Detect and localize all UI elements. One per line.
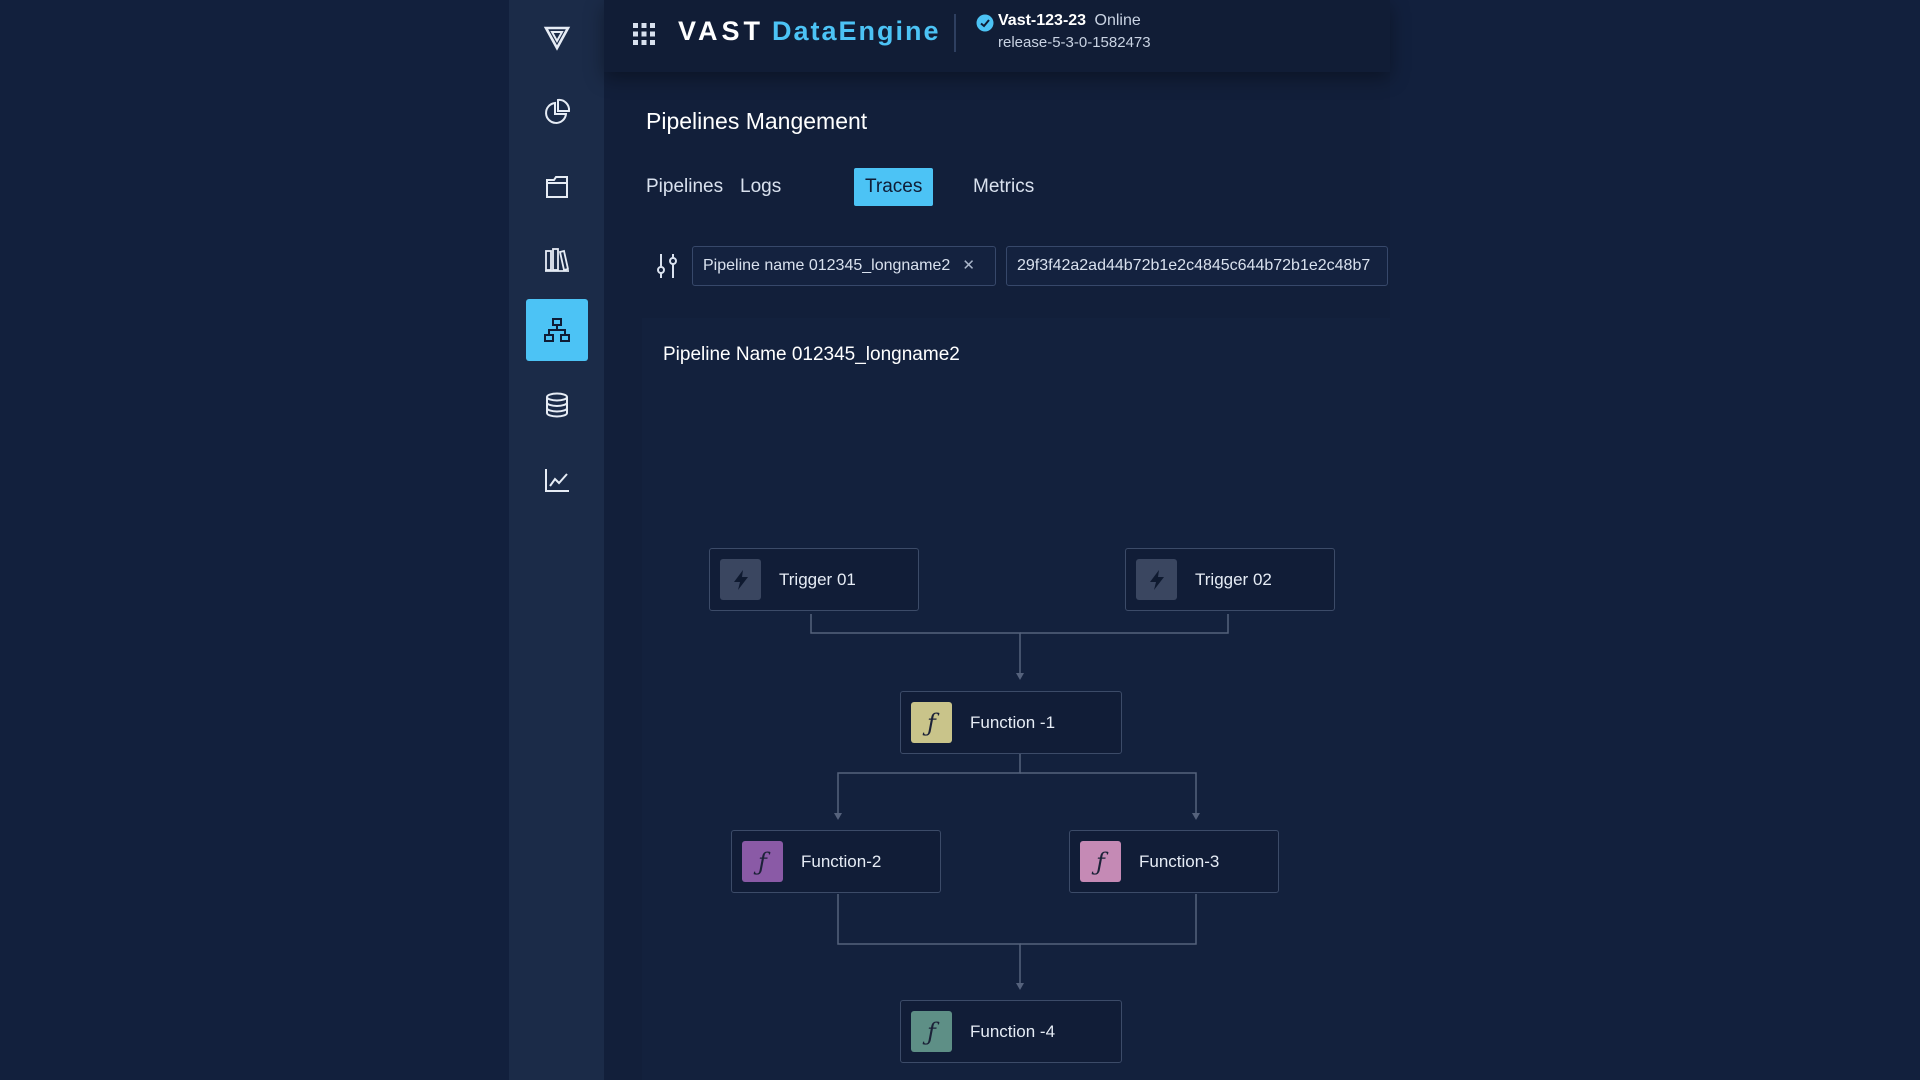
node-label: Function -1 [970,712,1056,732]
node-label: Function-3 [1139,851,1220,871]
function-icon: ƒ [1080,841,1121,882]
node-label: Function -4 [970,1021,1056,1041]
function-icon: ƒ [742,841,783,882]
node-function-3[interactable]: ƒ Function-3 [1069,830,1279,893]
line-chart-icon[interactable] [526,449,588,511]
cluster-info: Vast-123-23 Online [998,12,1141,30]
function-icon: ƒ [911,702,952,743]
folder-icon[interactable] [526,156,588,218]
tab-traces[interactable]: Traces [854,168,934,206]
brand-logo: VAST DataEngine [678,16,941,47]
node-function-2[interactable]: ƒ Function-2 [731,830,941,893]
sidebar [509,0,604,1080]
edge-fn2-fn4 [837,894,1021,984]
pipeline-filter-chip[interactable]: Pipeline name 012345_longname2 ✕ [692,246,996,286]
close-icon[interactable]: ✕ [962,257,975,274]
pie-chart-icon[interactable] [526,81,588,143]
vast-logo-icon[interactable] [526,6,588,68]
filter-sliders-icon[interactable] [654,252,680,280]
cluster-status: Online [1094,12,1141,29]
trace-id-label: 29f3f42a2ad44b72b1e2c4845c644b72b1e2c48b… [1017,257,1371,274]
brand-main: VAST [678,16,765,46]
brand-sub: DataEngine [772,16,941,46]
tab-pipelines[interactable]: Pipelines [635,168,734,206]
trace-id-chip[interactable]: 29f3f42a2ad44b72b1e2c4845c644b72b1e2c48b… [1006,246,1388,286]
pipeline-filter-label: Pipeline name 012345_longname2 [703,257,951,274]
tab-metrics[interactable]: Metrics [962,168,1045,206]
node-label: Trigger 02 [1195,569,1272,589]
function-icon: ƒ [911,1011,952,1052]
database-icon[interactable] [526,374,588,436]
node-trigger-02[interactable]: Trigger 02 [1125,548,1335,611]
lightning-icon [1136,559,1177,600]
hierarchy-icon[interactable] [526,299,588,361]
node-label: Trigger 01 [779,569,856,589]
edge-fn3-fn4 [1020,894,1197,945]
edge-trigger2-fn1 [1020,614,1229,634]
page-title: Pipelines Mangement [646,108,868,134]
library-icon[interactable] [526,229,588,291]
tab-logs[interactable]: Logs [729,168,792,206]
release-version: release-5-3-0-1582473 [998,34,1151,51]
edge-trigger1-fn1 [810,614,1021,674]
lightning-icon [720,559,761,600]
header-divider [954,14,956,52]
node-function-4[interactable]: ƒ Function -4 [900,1000,1122,1063]
trace-graph-panel: Pipeline Name 012345_longname2 Trigger 0… [642,318,1390,1080]
cluster-name: Vast-123-23 [998,12,1087,29]
node-function-1[interactable]: ƒ Function -1 [900,691,1122,754]
edge-fn1-fn2 [837,754,1021,814]
apps-grid-icon[interactable] [632,22,656,46]
main-area: VAST DataEngine Vast-123-23 Online releas… [604,0,1390,1080]
check-circle-icon [976,14,994,32]
edge-fn1-fn3 [1020,772,1197,814]
top-bar: VAST DataEngine Vast-123-23 Online releas… [604,0,1390,72]
node-label: Function-2 [801,851,882,871]
node-trigger-01[interactable]: Trigger 01 [709,548,919,611]
